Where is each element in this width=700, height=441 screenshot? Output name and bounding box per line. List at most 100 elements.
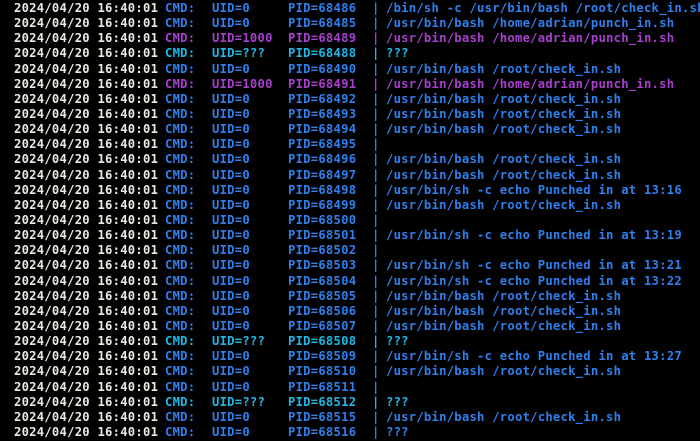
log-cmd-label: CMD:: [165, 364, 196, 379]
log-pid: PID=68499: [288, 197, 357, 212]
log-uid: UID=0: [212, 182, 250, 197]
log-pid: PID=68498: [288, 182, 357, 197]
log-process-command: /usr/bin/bash /root/check_in.sh: [386, 318, 622, 333]
log-cmd-label: CMD:: [165, 167, 196, 182]
log-separator: |: [372, 334, 380, 349]
log-uid: UID=0: [212, 16, 250, 31]
log-uid: UID=0: [212, 152, 250, 167]
log-process-command: ???: [386, 394, 409, 409]
log-cmd-label: CMD:: [165, 379, 196, 394]
log-uid: UID=0: [212, 1, 250, 15]
log-process-command: /usr/bin/bash /root/check_in.sh: [386, 288, 622, 303]
log-pid: PID=68504: [288, 273, 357, 288]
log-separator: |: [372, 167, 380, 182]
log-timestamp: 2024/04/20 16:40:01: [14, 334, 159, 349]
log-line: 2024/04/20 16:40:01 CMD: UID=??? PID=68512 |…: [14, 395, 700, 410]
log-uid: UID=0: [212, 228, 250, 243]
log-cmd-label: CMD:: [165, 424, 196, 439]
log-process-command: /usr/bin/bash /root/check_in.sh: [386, 61, 622, 76]
log-timestamp: 2024/04/20 16:40:01: [14, 318, 159, 333]
log-separator: |: [372, 61, 380, 76]
log-process-command: /usr/bin/bash /home/adrian/punch_in.sh: [386, 16, 675, 31]
log-separator: |: [372, 137, 380, 152]
log-uid: UID=0: [212, 409, 250, 424]
log-separator: |: [372, 364, 380, 379]
log-timestamp: 2024/04/20 16:40:01: [14, 273, 159, 288]
log-pid: PID=68507: [288, 318, 357, 333]
log-line: 2024/04/20 16:40:01 CMD: UID=0 PID=68501 | /u…: [14, 228, 700, 243]
log-pid: PID=68494: [288, 122, 357, 137]
log-pid: PID=68486: [288, 1, 357, 15]
log-cmd-label: CMD:: [165, 288, 196, 303]
log-pid: PID=68511: [288, 379, 357, 394]
log-line: 2024/04/20 16:40:01 CMD: UID=0 PID=68502 |: [14, 243, 700, 258]
log-pid: PID=68516: [288, 424, 357, 439]
log-separator: |: [372, 258, 380, 273]
log-timestamp: 2024/04/20 16:40:01: [14, 31, 159, 46]
log-separator: |: [372, 1, 380, 15]
log-separator: |: [372, 31, 380, 46]
log-cmd-label: CMD:: [165, 409, 196, 424]
log-separator: |: [372, 349, 380, 364]
log-line: 2024/04/20 16:40:01 CMD: UID=0 PID=68494 | /u…: [14, 122, 700, 137]
log-separator: |: [372, 318, 380, 333]
log-uid: UID=0: [212, 424, 250, 439]
terminal-output[interactable]: 2024/04/20 16:40:01 CMD: UID=0 PID=68486 | /b…: [0, 0, 700, 441]
log-line: 2024/04/20 16:40:01 CMD: UID=0 PID=68511 |: [14, 380, 700, 395]
log-cmd-label: CMD:: [165, 31, 196, 46]
log-timestamp: 2024/04/20 16:40:01: [14, 167, 159, 182]
log-timestamp: 2024/04/20 16:40:01: [14, 182, 159, 197]
log-timestamp: 2024/04/20 16:40:01: [14, 61, 159, 76]
log-cmd-label: CMD:: [165, 273, 196, 288]
log-process-command: /usr/bin/bash /root/check_in.sh: [386, 91, 622, 106]
log-line: 2024/04/20 16:40:01 CMD: UID=0 PID=68510 | /u…: [14, 364, 700, 379]
log-line: 2024/04/20 16:40:01 CMD: UID=0 PID=68497 | /u…: [14, 168, 700, 183]
log-separator: |: [372, 273, 380, 288]
log-process-command: /usr/bin/sh -c echo Punched in at 13:19: [386, 228, 682, 243]
log-line: 2024/04/20 16:40:01 CMD: UID=0 PID=68490 | /u…: [14, 62, 700, 77]
log-cmd-label: CMD:: [165, 61, 196, 76]
log-pid: PID=68505: [288, 288, 357, 303]
log-uid: UID=0: [212, 137, 250, 152]
log-separator: |: [372, 76, 380, 91]
log-process-command: /usr/bin/bash /root/check_in.sh: [386, 409, 622, 424]
log-uid: UID=0: [212, 243, 250, 258]
log-pid: PID=68515: [288, 409, 357, 424]
log-line: 2024/04/20 16:40:01 CMD: UID=0 PID=68499 | /u…: [14, 198, 700, 213]
log-cmd-label: CMD:: [165, 122, 196, 137]
log-timestamp: 2024/04/20 16:40:01: [14, 349, 159, 364]
log-line: 2024/04/20 16:40:01 CMD: UID=??? PID=68488 |…: [14, 46, 700, 61]
log-separator: |: [372, 379, 380, 394]
log-cmd-label: CMD:: [165, 137, 196, 152]
log-separator: |: [372, 424, 380, 439]
log-process-command: /usr/bin/bash /root/check_in.sh: [386, 167, 622, 182]
log-separator: |: [372, 182, 380, 197]
log-timestamp: 2024/04/20 16:40:01: [14, 243, 159, 258]
log-timestamp: 2024/04/20 16:40:01: [14, 1, 159, 15]
log-line: 2024/04/20 16:40:01 CMD: UID=0 PID=68507 | /u…: [14, 319, 700, 334]
log-uid: UID=???: [212, 334, 266, 349]
log-process-command: /bin/sh -c /usr/bin/bash /root/check_in.…: [386, 1, 700, 15]
log-process-command: /usr/bin/bash /root/check_in.sh: [386, 303, 622, 318]
log-line: 2024/04/20 16:40:01 CMD: UID=0 PID=68509 | /u…: [14, 349, 700, 364]
log-uid: UID=0: [212, 91, 250, 106]
log-timestamp: 2024/04/20 16:40:01: [14, 46, 159, 61]
log-process-command: /usr/bin/bash /root/check_in.sh: [386, 152, 622, 167]
log-pid: PID=68501: [288, 228, 357, 243]
log-cmd-label: CMD:: [165, 182, 196, 197]
log-process-command: /usr/bin/bash /home/adrian/punch_in.sh: [386, 76, 675, 91]
log-timestamp: 2024/04/20 16:40:01: [14, 228, 159, 243]
log-cmd-label: CMD:: [165, 212, 196, 227]
log-line: 2024/04/20 16:40:01 CMD: UID=0 PID=68498 | /u…: [14, 183, 700, 198]
log-timestamp: 2024/04/20 16:40:01: [14, 258, 159, 273]
log-uid: UID=0: [212, 318, 250, 333]
log-cmd-label: CMD:: [165, 258, 196, 273]
log-cmd-label: CMD:: [165, 243, 196, 258]
log-timestamp: 2024/04/20 16:40:01: [14, 197, 159, 212]
log-timestamp: 2024/04/20 16:40:01: [14, 303, 159, 318]
log-line: 2024/04/20 16:40:01 CMD: UID=0 PID=68500 |: [14, 213, 700, 228]
log-uid: UID=1000: [212, 76, 273, 91]
log-pid: PID=68509: [288, 349, 357, 364]
log-separator: |: [372, 16, 380, 31]
log-separator: |: [372, 122, 380, 137]
